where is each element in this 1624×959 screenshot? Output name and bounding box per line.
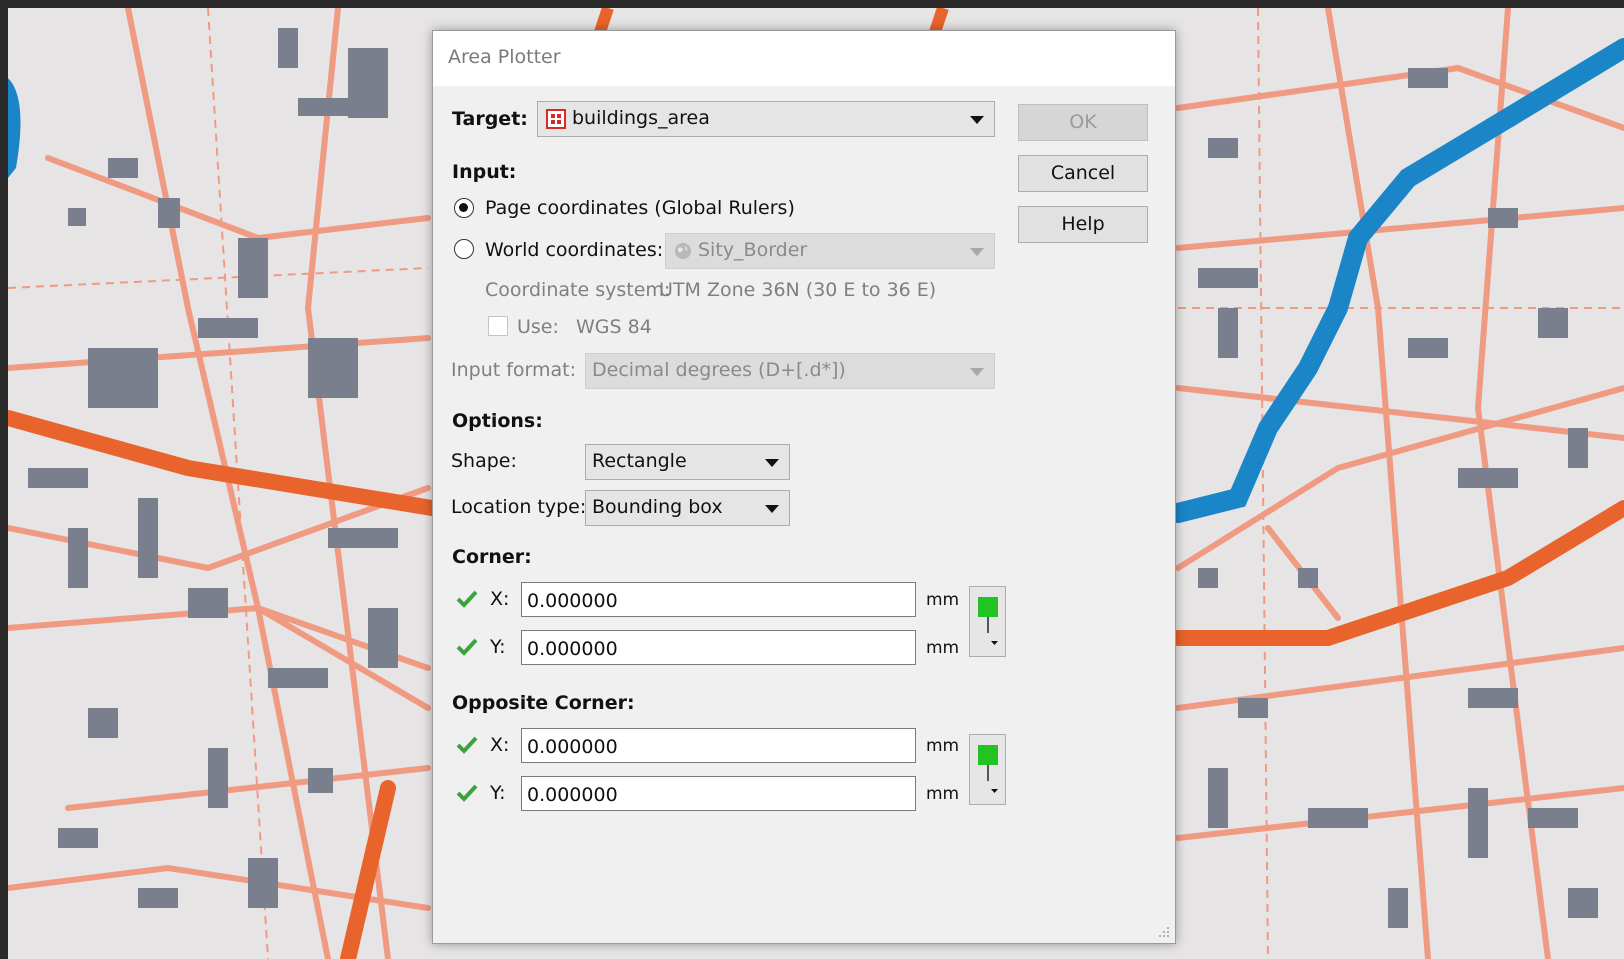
- location-type-dropdown[interactable]: Bounding box: [585, 490, 790, 526]
- help-button[interactable]: Help: [1018, 206, 1148, 243]
- page-coords-radio[interactable]: [454, 198, 474, 218]
- check-icon: [456, 736, 478, 754]
- corner-y-value: 0.000000: [527, 638, 618, 660]
- opposite-y-label: Y:: [490, 782, 506, 804]
- location-type-value: Bounding box: [592, 496, 723, 518]
- chevron-down-icon: [970, 368, 984, 376]
- pin-icon: [978, 597, 998, 645]
- check-icon: [456, 590, 478, 608]
- check-icon: [456, 784, 478, 802]
- check-icon: [456, 638, 478, 656]
- opposite-x-value: 0.000000: [527, 736, 618, 758]
- input-format-dropdown[interactable]: Decimal degrees (D+[.d*]): [585, 353, 995, 389]
- shape-value: Rectangle: [592, 450, 687, 472]
- corner-pick-button[interactable]: [969, 586, 1006, 657]
- chevron-down-icon: [765, 505, 779, 513]
- opposite-y-unit: mm: [926, 784, 960, 804]
- dialog-titlebar[interactable]: Area Plotter: [433, 31, 1175, 86]
- coord-system-value: UTM Zone 36N (30 E to 36 E): [659, 279, 937, 301]
- ok-button[interactable]: OK: [1018, 104, 1148, 141]
- input-format-label: Input format:: [451, 359, 577, 381]
- opposite-corner-heading: Opposite Corner:: [452, 692, 635, 714]
- chevron-down-icon: [970, 116, 984, 124]
- target-label: Target:: [452, 108, 528, 130]
- world-coords-label[interactable]: World coordinates:: [485, 239, 663, 261]
- pin-icon: [978, 745, 998, 793]
- location-type-label: Location type:: [451, 496, 587, 518]
- dialog-title: Area Plotter: [448, 46, 561, 68]
- opposite-x-unit: mm: [926, 736, 960, 756]
- opposite-x-label: X:: [490, 734, 510, 756]
- use-label: Use:: [517, 316, 559, 338]
- layer-table-icon: [546, 109, 566, 129]
- corner-x-input[interactable]: 0.000000: [521, 582, 916, 617]
- shape-dropdown[interactable]: Rectangle: [585, 444, 790, 480]
- world-layer-value: Sity_Border: [698, 239, 808, 261]
- page-coords-label[interactable]: Page coordinates (Global Rulers): [485, 197, 795, 219]
- opposite-y-value: 0.000000: [527, 784, 618, 806]
- corner-x-unit: mm: [926, 590, 960, 610]
- opposite-y-input[interactable]: 0.000000: [521, 776, 916, 811]
- target-dropdown[interactable]: buildings_area: [537, 101, 995, 137]
- corner-y-unit: mm: [926, 638, 960, 658]
- input-heading: Input:: [452, 161, 517, 183]
- use-checkbox[interactable]: [488, 316, 508, 336]
- corner-x-label: X:: [490, 588, 510, 610]
- cancel-button[interactable]: Cancel: [1018, 155, 1148, 192]
- chevron-down-icon: [765, 459, 779, 467]
- globe-icon: [675, 243, 691, 259]
- world-layer-dropdown[interactable]: Sity_Border: [665, 233, 995, 269]
- corner-y-input[interactable]: 0.000000: [521, 630, 916, 665]
- opposite-x-input[interactable]: 0.000000: [521, 728, 916, 763]
- world-coords-radio[interactable]: [454, 239, 474, 259]
- corner-heading: Corner:: [452, 546, 532, 568]
- use-value: WGS 84: [576, 316, 652, 338]
- opposite-corner-pick-button[interactable]: [969, 734, 1006, 805]
- target-value: buildings_area: [572, 107, 710, 129]
- corner-x-value: 0.000000: [527, 590, 618, 612]
- corner-y-label: Y:: [490, 636, 506, 658]
- input-format-value: Decimal degrees (D+[.d*]): [592, 359, 846, 381]
- options-heading: Options:: [452, 410, 543, 432]
- area-plotter-dialog: Area Plotter Target: buildings_area OK C…: [432, 30, 1176, 944]
- coord-system-label: Coordinate system:: [485, 279, 671, 301]
- chevron-down-icon: [970, 248, 984, 256]
- shape-label: Shape:: [451, 450, 517, 472]
- resize-grip-icon[interactable]: [1157, 925, 1171, 939]
